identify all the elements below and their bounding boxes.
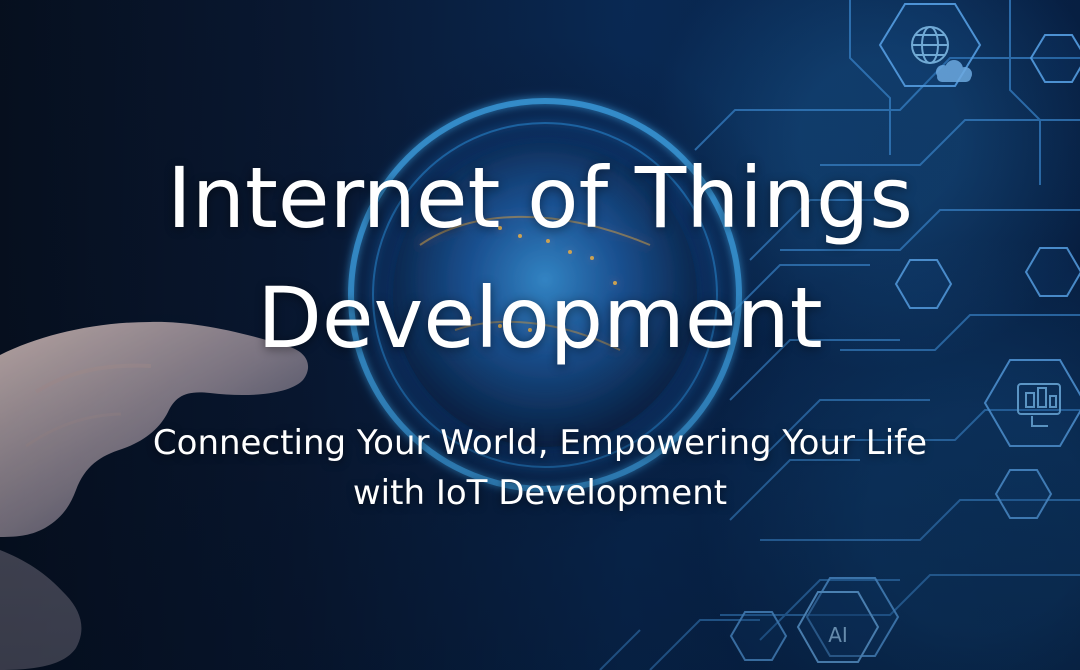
page-subtitle-line-2: with IoT Development bbox=[352, 473, 728, 513]
page-title-line-2: Development bbox=[257, 269, 823, 367]
svg-text:AI: AI bbox=[828, 623, 848, 647]
page-subtitle-line-1: Connecting Your World, Empowering Your L… bbox=[152, 423, 928, 463]
hero-banner: AI Internet of Things Development Connec… bbox=[0, 0, 1080, 670]
page-subtitle: Connecting Your World, Empowering Your L… bbox=[90, 418, 990, 518]
page-title-line-1: Internet of Things bbox=[166, 149, 914, 247]
page-title: Internet of Things Development bbox=[100, 138, 980, 378]
